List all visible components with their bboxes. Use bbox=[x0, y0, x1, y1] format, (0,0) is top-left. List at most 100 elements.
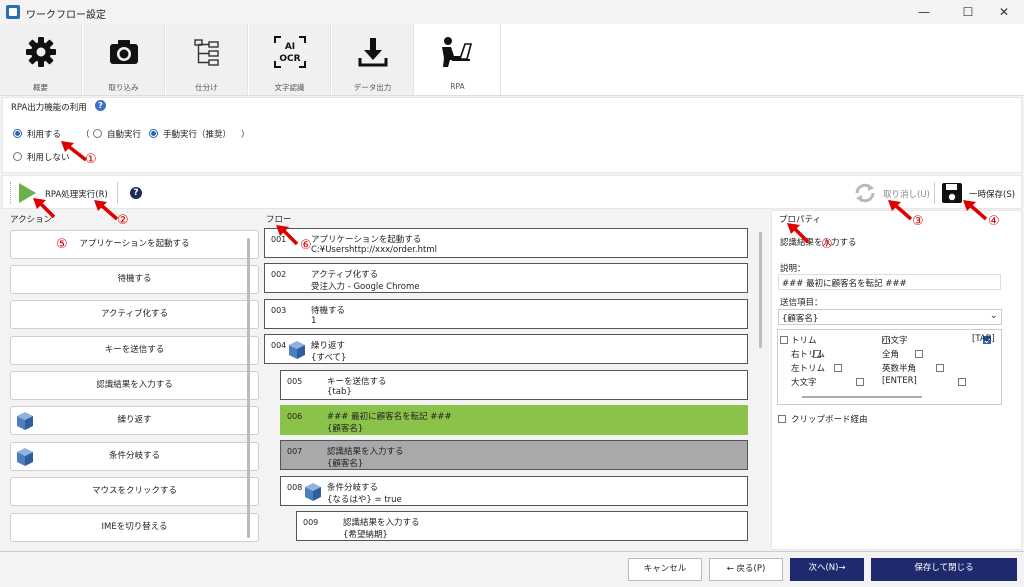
flow-scrollbar[interactable] bbox=[759, 232, 762, 348]
flow-item-active[interactable]: 007 認識結果を入力する {顧客名} bbox=[280, 440, 748, 470]
trim-checkbox[interactable] bbox=[780, 335, 788, 344]
clipboard-label: クリップボード経由 bbox=[791, 415, 868, 425]
action-launch-app[interactable]: アプリケーションを起動する bbox=[10, 230, 259, 259]
clipboard-checkbox[interactable] bbox=[778, 414, 786, 423]
download-icon bbox=[358, 38, 388, 67]
flow-item-sub: {すべて} bbox=[311, 353, 347, 363]
use-label: 利用する bbox=[27, 130, 62, 140]
action-activate[interactable]: アクティブ化する bbox=[10, 300, 259, 329]
tab-label: データ出力 bbox=[353, 83, 392, 92]
flow-item[interactable]: 001 アプリケーションを起動する C:¥Usershttp://xxx/ord… bbox=[264, 228, 748, 258]
save-disk-icon[interactable] bbox=[941, 182, 963, 204]
tab-label: 取り込み bbox=[108, 83, 139, 92]
flow-item-sub: {顧客名} bbox=[327, 459, 364, 469]
toolbar-separator bbox=[934, 182, 935, 204]
annotation-arrow-icon bbox=[276, 225, 299, 246]
action-mouse-click[interactable]: マウスをクリックする bbox=[10, 477, 259, 506]
tab-label: 文字認識 bbox=[274, 83, 305, 92]
cancel-button[interactable]: キャンセル bbox=[628, 558, 702, 581]
fullwidth-label: 全角 bbox=[882, 350, 900, 360]
save-close-button[interactable]: 保存して閉じる bbox=[871, 558, 1017, 581]
box-icon bbox=[17, 448, 33, 466]
ocr-text: OCR bbox=[279, 54, 300, 64]
tab-data-output[interactable]: データ出力 bbox=[332, 24, 414, 95]
manual-run-label: 手動実行（推奨） bbox=[163, 130, 232, 140]
camera-icon bbox=[110, 40, 138, 64]
flow-item-sub: {希望納期} bbox=[343, 530, 388, 540]
help-circle-icon[interactable]: ? bbox=[130, 187, 142, 199]
manual-run-radio[interactable] bbox=[149, 129, 158, 138]
auto-run-radio[interactable] bbox=[93, 129, 102, 138]
undo-refresh-icon[interactable] bbox=[853, 182, 877, 204]
tab-sort[interactable]: 仕分け bbox=[166, 24, 248, 95]
flow-item-number: 008 bbox=[287, 483, 303, 492]
annotation-arrow-icon bbox=[787, 223, 810, 244]
rpa-usage-panel: RPA出力機能の利用 ? 利用する （ 自動実行 手動実行（推奨） ） 利用しな… bbox=[2, 97, 1022, 173]
chevron-down-icon: ⌄ bbox=[990, 311, 998, 321]
flow-item-number: 004 bbox=[271, 341, 287, 350]
paren-open: （ bbox=[81, 130, 90, 140]
flow-item-title: アプリケーションを起動する bbox=[311, 235, 422, 245]
send-options-box: トリム 小文字 [TAB] 右トリム 全角 左トリム 英数半角 大文字 [ENT… bbox=[777, 329, 1002, 405]
flow-item-number: 005 bbox=[287, 377, 303, 386]
annotation-5: ⑤ bbox=[56, 237, 68, 252]
options-scrollbar[interactable] bbox=[802, 396, 922, 398]
enter-label: [ENTER] bbox=[882, 376, 917, 386]
halfwidth-alnum-checkbox[interactable] bbox=[936, 363, 945, 372]
back-button[interactable]: ← 戻る(P) bbox=[709, 558, 783, 581]
tab-ocr[interactable]: AI OCR 文字認識 bbox=[249, 24, 331, 95]
flow-item[interactable]: 003 待機する 1 bbox=[264, 299, 748, 329]
flow-item[interactable]: 009 認識結果を入力する {希望納期} bbox=[296, 511, 748, 541]
flow-item-title: 待機する bbox=[311, 306, 346, 316]
use-radio[interactable] bbox=[13, 129, 22, 138]
enter-checkbox[interactable] bbox=[958, 377, 966, 386]
right-trim-label: 右トリム bbox=[791, 350, 826, 360]
flow-item[interactable]: 008 条件分岐する {なるはや} = true bbox=[280, 476, 748, 506]
description-label: 説明： bbox=[780, 264, 806, 274]
action-label: 条件分岐する bbox=[108, 451, 160, 461]
minimize-button[interactable]: — bbox=[904, 2, 944, 22]
action-switch-ime[interactable]: IMEを切り替える bbox=[10, 513, 259, 542]
flow-item[interactable]: 004 繰り返す {すべて} bbox=[264, 334, 748, 364]
tree-icon bbox=[194, 39, 219, 66]
action-wait[interactable]: 待機する bbox=[10, 265, 259, 294]
maximize-button[interactable]: ☐ bbox=[948, 2, 988, 22]
action-branch[interactable]: 条件分岐する bbox=[10, 442, 259, 471]
send-item-select[interactable]: {顧客名} ⌄ bbox=[778, 309, 1002, 325]
flow-item[interactable]: 005 キーを送信する {tab} bbox=[280, 370, 748, 400]
close-button[interactable]: ✕ bbox=[984, 2, 1024, 22]
annotation-arrow-icon bbox=[963, 200, 988, 221]
flow-item-number: 006 bbox=[287, 412, 303, 421]
flow-item-sub: {tab} bbox=[327, 387, 352, 397]
tab-overview[interactable]: 概要 bbox=[0, 24, 82, 95]
description-input[interactable]: ### 最初に顧客名を転記 ### bbox=[778, 274, 1001, 290]
not-use-radio[interactable] bbox=[13, 152, 22, 161]
annotation-4: ④ bbox=[988, 214, 1000, 229]
window-title: ワークフロー設定 bbox=[26, 10, 106, 21]
fullwidth-checkbox[interactable] bbox=[914, 349, 923, 358]
help-icon[interactable]: ? bbox=[95, 100, 106, 111]
flow-item-number: 003 bbox=[271, 306, 287, 315]
flow-item-title: 条件分岐する bbox=[327, 483, 379, 493]
flow-item-number: 009 bbox=[303, 518, 319, 527]
action-repeat[interactable]: 繰り返す bbox=[10, 406, 259, 435]
action-scrollbar[interactable] bbox=[247, 238, 250, 538]
trim-label: トリム bbox=[791, 336, 817, 346]
action-send-key[interactable]: キーを送信する bbox=[10, 336, 259, 365]
tab-import[interactable]: 取り込み bbox=[83, 24, 165, 95]
left-trim-checkbox[interactable] bbox=[834, 363, 843, 372]
flow-item-sub: 1 bbox=[311, 316, 317, 326]
uppercase-checkbox[interactable] bbox=[856, 377, 865, 386]
tab-rpa[interactable]: RPA bbox=[415, 24, 501, 95]
flow-item-selected[interactable]: 006 ### 最初に顧客名を転記 ### {顧客名} bbox=[280, 405, 748, 435]
flow-item-sub: {なるはや} = true bbox=[327, 495, 402, 505]
send-item-value: {顧客名} bbox=[782, 314, 819, 324]
next-button[interactable]: 次へ(N)→ bbox=[790, 558, 864, 581]
flow-item[interactable]: 002 アクティブ化する 受注入力 - Google Chrome bbox=[264, 263, 748, 293]
flow-item-title: キーを送信する bbox=[327, 377, 387, 387]
action-input-result[interactable]: 認識結果を入力する bbox=[10, 371, 259, 400]
annotation-2: ② bbox=[117, 213, 129, 228]
annotation-3: ③ bbox=[912, 214, 924, 229]
tab-bar: 概要 取り込み 仕分け AI OCR 文字認識 データ出力 RPA bbox=[0, 24, 1024, 96]
paren-close: ） bbox=[241, 130, 250, 140]
